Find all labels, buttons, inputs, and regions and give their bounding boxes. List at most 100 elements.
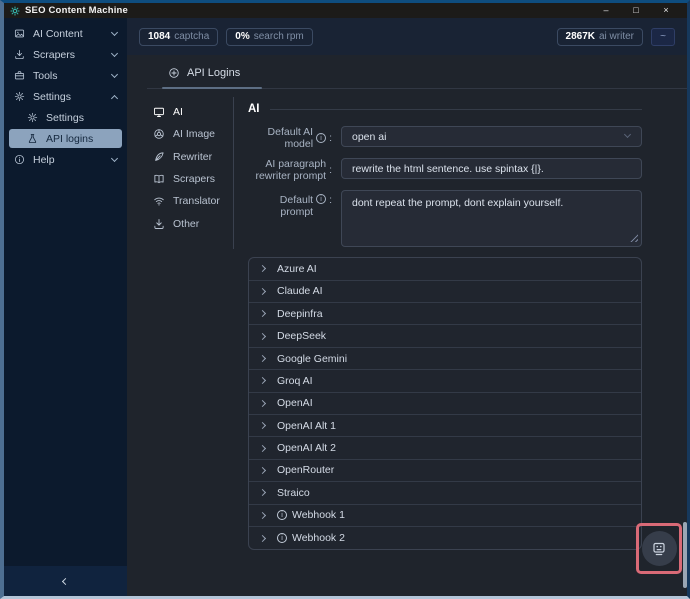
section-title: AI: [248, 103, 260, 115]
top-status-bar: 1084 captcha 0% search rpm 2867K ai writ…: [127, 18, 687, 55]
sidebar-item-scrapers[interactable]: Scrapers: [4, 44, 127, 65]
sidebar-collapse-button[interactable]: [4, 566, 127, 596]
target-icon: [168, 67, 180, 79]
provider-row-google-gemini[interactable]: Google Gemini: [249, 348, 641, 370]
chevron-right-icon: [259, 467, 266, 474]
sidebar-item-label: AI Content: [33, 28, 83, 40]
provider-label: OpenRouter: [277, 464, 334, 476]
provider-row-webhook-1[interactable]: i Webhook 1: [249, 505, 641, 527]
chevron-right-icon: [259, 377, 266, 384]
info-icon: i: [277, 510, 287, 520]
field-default-prompt: Default prompt i : dont repeat the promp…: [248, 190, 642, 247]
chevron-right-icon: [259, 310, 266, 317]
window-controls: – □ ×: [591, 3, 681, 18]
chevron-right-icon: [259, 422, 266, 429]
ai-writer-badge: 2867K ai writer: [557, 28, 643, 46]
provider-row-groq-ai[interactable]: Groq AI: [249, 370, 641, 392]
sidebar-item-api-logins[interactable]: API logins: [9, 129, 122, 148]
provider-row-deepinfra[interactable]: Deepinfra: [249, 303, 641, 325]
provider-row-openrouter[interactable]: OpenRouter: [249, 460, 641, 482]
captcha-label: captcha: [174, 31, 209, 42]
provider-row-claude-ai[interactable]: Claude AI: [249, 281, 641, 303]
info-icon: i: [316, 133, 326, 143]
content-area: API Logins AI AI Image: [127, 55, 687, 596]
rpm-value: 0%: [235, 31, 249, 42]
provider-label: Deepinfra: [277, 308, 323, 320]
provider-label: OpenAI Alt 2: [277, 442, 336, 454]
app-window: SEO Content Machine – □ × AI Content Scr…: [0, 0, 690, 599]
active-tab-indicator: [162, 87, 262, 89]
info-icon: i: [316, 194, 326, 204]
assistant-fab-button[interactable]: [642, 531, 677, 566]
search-rpm-badge: 0% search rpm: [226, 28, 312, 46]
provider-row-azure-ai[interactable]: Azure AI: [249, 258, 641, 280]
provider-row-openai[interactable]: OpenAI: [249, 393, 641, 415]
subnav-item-scrapers[interactable]: Scrapers: [153, 168, 233, 190]
default-prompt-textarea[interactable]: dont repeat the prompt, dont explain you…: [341, 190, 642, 247]
provider-label: Webhook 2: [292, 532, 345, 544]
flask-icon: [27, 133, 38, 144]
chevron-down-icon: [111, 50, 118, 57]
sidebar-item-settings-sub[interactable]: Settings: [4, 107, 127, 128]
rewriter-prompt-input[interactable]: [341, 158, 642, 179]
field-label: AI paragraph rewriter prompt :: [248, 158, 332, 182]
field-label: Default AI model i :: [248, 126, 332, 150]
robot-computer-icon: [651, 541, 667, 557]
default-ai-model-select[interactable]: open ai: [341, 126, 642, 147]
info-icon: i: [277, 533, 287, 543]
chevron-right-icon: [259, 489, 266, 496]
tab-api-logins[interactable]: API Logins: [166, 65, 244, 88]
provider-accordion: Azure AI Claude AI Deepinfra: [248, 257, 642, 550]
textarea-wrapper: dont repeat the prompt, dont explain you…: [341, 190, 642, 247]
provider-row-webhook-2[interactable]: i Webhook 2: [249, 527, 641, 549]
subnav-item-ai-image[interactable]: AI Image: [153, 123, 233, 145]
maximize-button[interactable]: □: [621, 3, 651, 18]
select-value: open ai: [352, 131, 386, 143]
provider-row-openai-alt-2[interactable]: OpenAI Alt 2: [249, 437, 641, 459]
provider-label: Google Gemini: [277, 353, 347, 365]
writer-credits: 2867K: [566, 31, 595, 42]
subnav-label: AI: [173, 106, 183, 118]
provider-label: Claude AI: [277, 285, 323, 297]
minimize-button[interactable]: –: [591, 3, 621, 18]
gear-icon: [27, 112, 38, 123]
close-button[interactable]: ×: [651, 3, 681, 18]
provider-row-deepseek[interactable]: DeepSeek: [249, 325, 641, 347]
window-title: SEO Content Machine: [25, 5, 128, 16]
monitor-icon: [153, 106, 165, 118]
sidebar-item-label: Settings: [33, 91, 71, 103]
annotation-highlight-box: [636, 523, 682, 574]
more-button[interactable]: ~: [651, 28, 675, 46]
sidebar-item-label: Tools: [33, 70, 58, 82]
sidebar-item-settings[interactable]: Settings: [4, 86, 127, 107]
subnav-item-other[interactable]: Other: [153, 213, 233, 235]
provider-row-straico[interactable]: Straico: [249, 482, 641, 504]
captcha-count: 1084: [148, 31, 170, 42]
chevron-right-icon: [259, 535, 266, 542]
book-icon: [153, 173, 165, 185]
sidebar-item-ai-content[interactable]: AI Content: [4, 23, 127, 44]
field-default-ai-model: Default AI model i : open ai: [248, 126, 642, 150]
aperture-icon: [153, 128, 165, 140]
quill-icon: [153, 151, 165, 163]
chevron-right-icon: [259, 333, 266, 340]
chevron-right-icon: [259, 355, 266, 362]
sidebar-item-help[interactable]: Help: [4, 149, 127, 170]
sidebar-item-label: Scrapers: [33, 49, 75, 61]
subnav-item-ai[interactable]: AI: [153, 101, 233, 123]
sidebar-item-tools[interactable]: Tools: [4, 65, 127, 86]
download-tray-icon: [153, 218, 165, 230]
provider-row-openai-alt-1[interactable]: OpenAI Alt 1: [249, 415, 641, 437]
captcha-badge: 1084 captcha: [139, 28, 218, 46]
info-icon: [14, 154, 25, 165]
download-tray-icon: [14, 49, 25, 60]
image-icon: [14, 28, 25, 39]
titlebar: SEO Content Machine – □ ×: [4, 3, 687, 18]
sidebar-item-label: Help: [33, 154, 55, 166]
scrollbar-thumb[interactable]: [683, 522, 687, 588]
chevron-right-icon: [259, 288, 266, 295]
subnav-item-rewriter[interactable]: Rewriter: [153, 146, 233, 168]
subnav-item-translator[interactable]: Translator: [153, 190, 233, 212]
chevron-down-icon: [111, 155, 118, 162]
subnav-label: AI Image: [173, 128, 215, 140]
